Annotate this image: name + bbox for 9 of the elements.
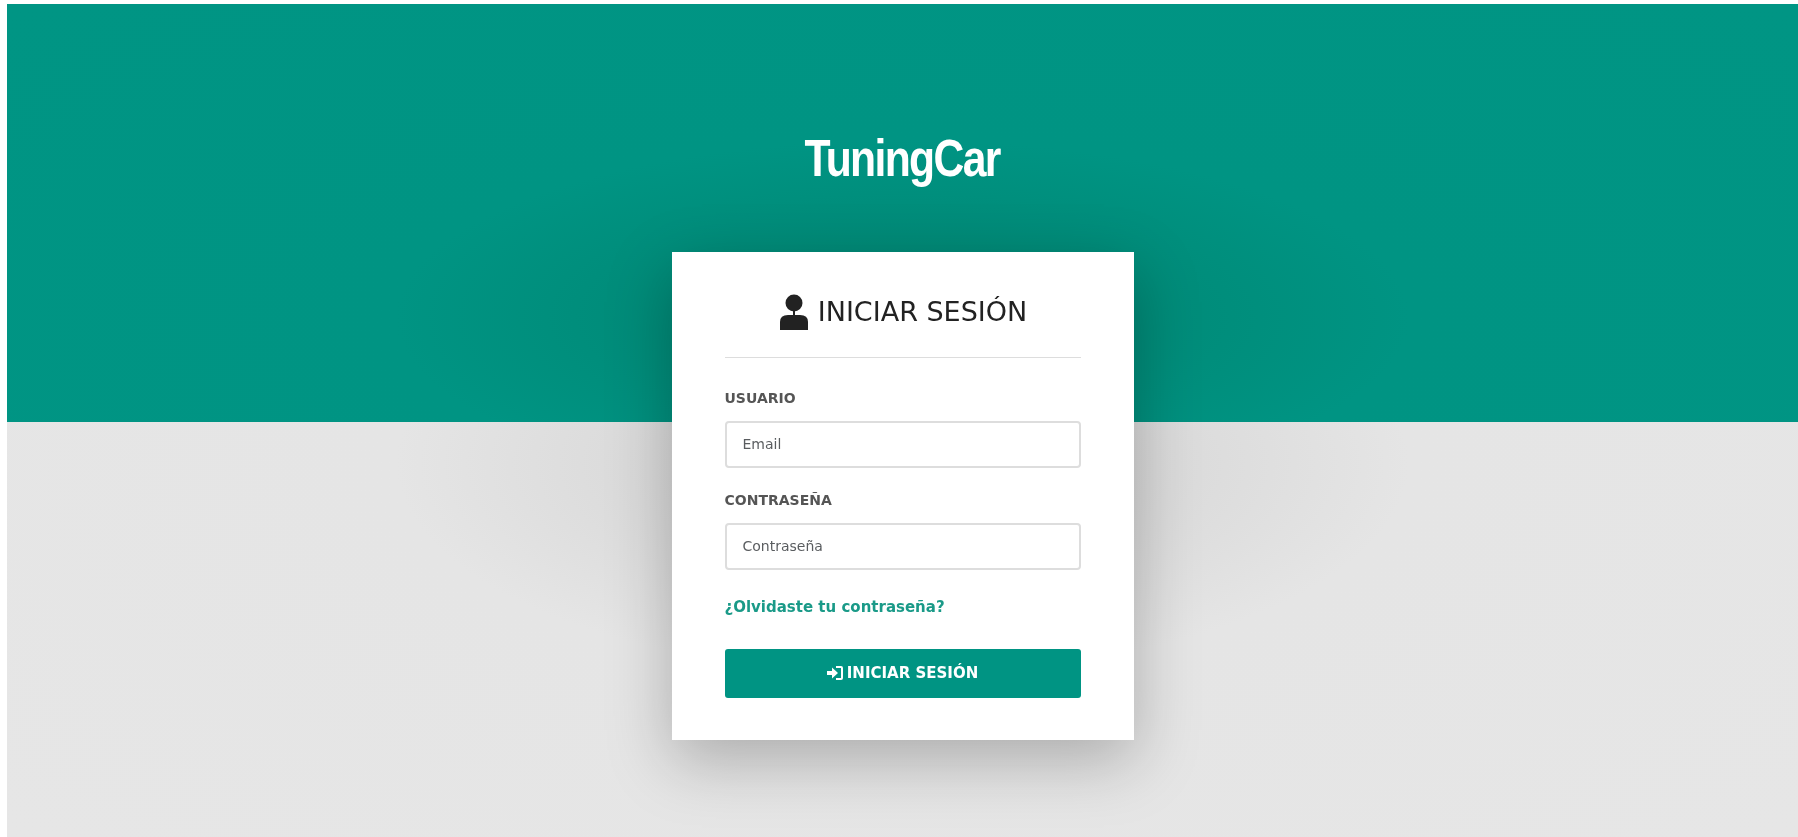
forgot-password-link[interactable]: ¿Olvidaste tu contraseña?: [724, 595, 945, 618]
input-field[interactable]: Email: [724, 420, 1081, 468]
input-field[interactable]: Contraseña: [724, 522, 1081, 570]
login-button[interactable]: INICIAR SESIÓN: [724, 648, 1081, 698]
user-icon: [777, 294, 810, 331]
form-title: INICIAR SESIÓN: [817, 295, 1028, 329]
sign-in-icon: [826, 666, 843, 680]
field-label: CONTRASEÑA: [724, 490, 833, 510]
field-label: USUARIO: [724, 388, 797, 408]
